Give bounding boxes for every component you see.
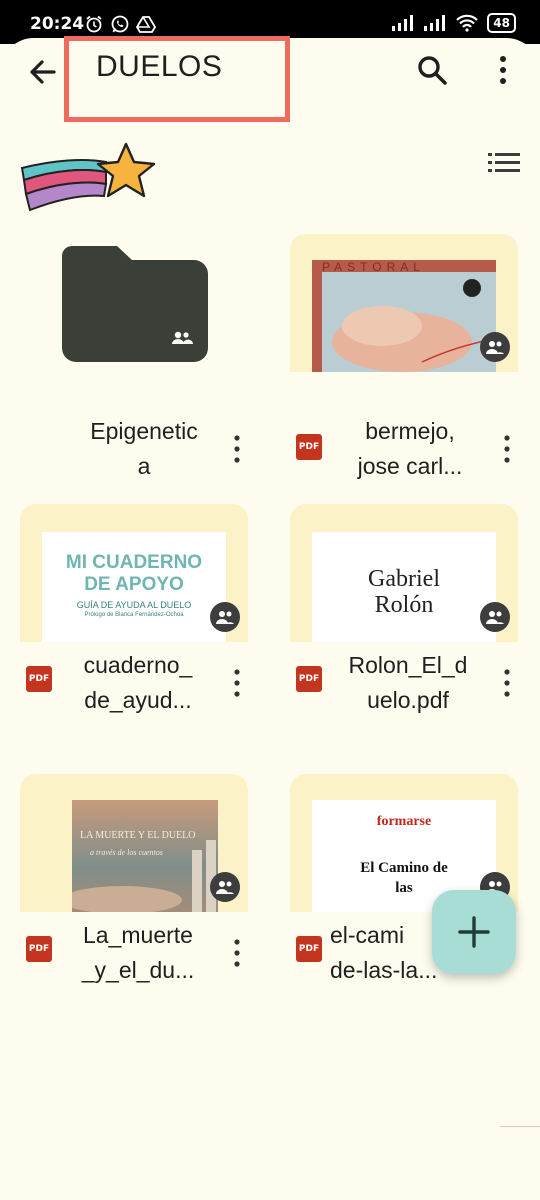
status-time: 20:24 xyxy=(30,14,85,34)
thumbnail-page: MI CUADERNO DE APOYO GUÍA DE AYUDA AL DU… xyxy=(42,532,226,642)
thumbnail-page: PASTORAL xyxy=(312,260,496,372)
file-name: Epigenetic a xyxy=(90,418,198,479)
wifi-icon xyxy=(456,14,479,32)
thumbnail-page: LA MUERTE Y EL DUELO a través de los cue… xyxy=(72,800,218,912)
signal-icon-2 xyxy=(424,15,446,31)
search-icon[interactable] xyxy=(414,52,450,88)
item-more-icon[interactable] xyxy=(502,434,512,464)
file-thumbnail: PASTORAL xyxy=(290,234,518,372)
thumbnail-heading: PASTORAL xyxy=(322,260,425,274)
thumbnail-heading: MI CUADERNO DE APOYO xyxy=(65,552,203,595)
pdf-icon: PDF xyxy=(296,936,322,962)
plus-icon xyxy=(458,916,490,948)
file-thumbnail: LA MUERTE Y EL DUELO a través de los cue… xyxy=(20,774,248,912)
more-options-icon[interactable] xyxy=(492,52,514,88)
list-view-icon[interactable] xyxy=(488,150,520,176)
item-more-icon[interactable] xyxy=(232,938,242,968)
file-name: Rolon_El_d uelo.pdf xyxy=(348,652,468,713)
file-name: bermejo, jose carl... xyxy=(357,418,463,479)
shared-icon xyxy=(210,602,240,632)
file-name: La_muerte _y_el_du... xyxy=(81,922,195,983)
cover-art-image xyxy=(312,260,496,372)
thumbnail-brand: formarse xyxy=(376,814,432,829)
battery-indicator: 48 xyxy=(487,13,516,33)
whatsapp-icon xyxy=(111,15,129,33)
thumbnail-page: Gabriel Rolón xyxy=(312,532,496,642)
page-title: DUELOS xyxy=(96,50,223,83)
alarm-icon xyxy=(86,15,102,33)
shared-icon xyxy=(480,332,510,362)
folder-icon xyxy=(62,246,208,362)
top-app-bar: DUELOS xyxy=(0,36,540,122)
shared-icon xyxy=(480,602,510,632)
app-surface: DUELOS Epigenetic a PASTORAL PDF bermejo… xyxy=(0,36,540,1200)
shared-icon xyxy=(210,872,240,902)
thumbnail-credit: Prólogo de Blanca Fernández-Ochoa xyxy=(84,612,184,618)
pdf-icon: PDF xyxy=(296,666,322,692)
thumbnail-heading: LA MUERTE Y EL DUELO xyxy=(80,830,196,841)
back-arrow-icon[interactable] xyxy=(24,52,64,92)
pdf-icon: PDF xyxy=(26,666,52,692)
thumbnail-subheading: a través de los cuentos xyxy=(90,848,163,857)
thumbnail-subheading: GUÍA DE AYUDA AL DUELO xyxy=(76,600,192,610)
drive-icon xyxy=(136,16,156,33)
thumbnail-heading: Gabriel Rolón xyxy=(368,566,440,618)
pdf-icon: PDF xyxy=(26,936,52,962)
shooting-star-sticker xyxy=(20,142,156,212)
file-thumbnail: Gabriel Rolón xyxy=(290,504,518,642)
pdf-icon: PDF xyxy=(296,434,322,460)
item-more-icon[interactable] xyxy=(232,668,242,698)
item-more-icon[interactable] xyxy=(232,434,242,464)
file-name: cuaderno_ de_ayud... xyxy=(83,652,193,713)
signal-icon xyxy=(392,15,414,31)
item-more-icon[interactable] xyxy=(502,668,512,698)
divider xyxy=(500,1126,540,1127)
file-thumbnail: MI CUADERNO DE APOYO GUÍA DE AYUDA AL DU… xyxy=(20,504,248,642)
new-item-fab[interactable] xyxy=(432,890,516,974)
status-right-group: 48 xyxy=(391,12,516,34)
